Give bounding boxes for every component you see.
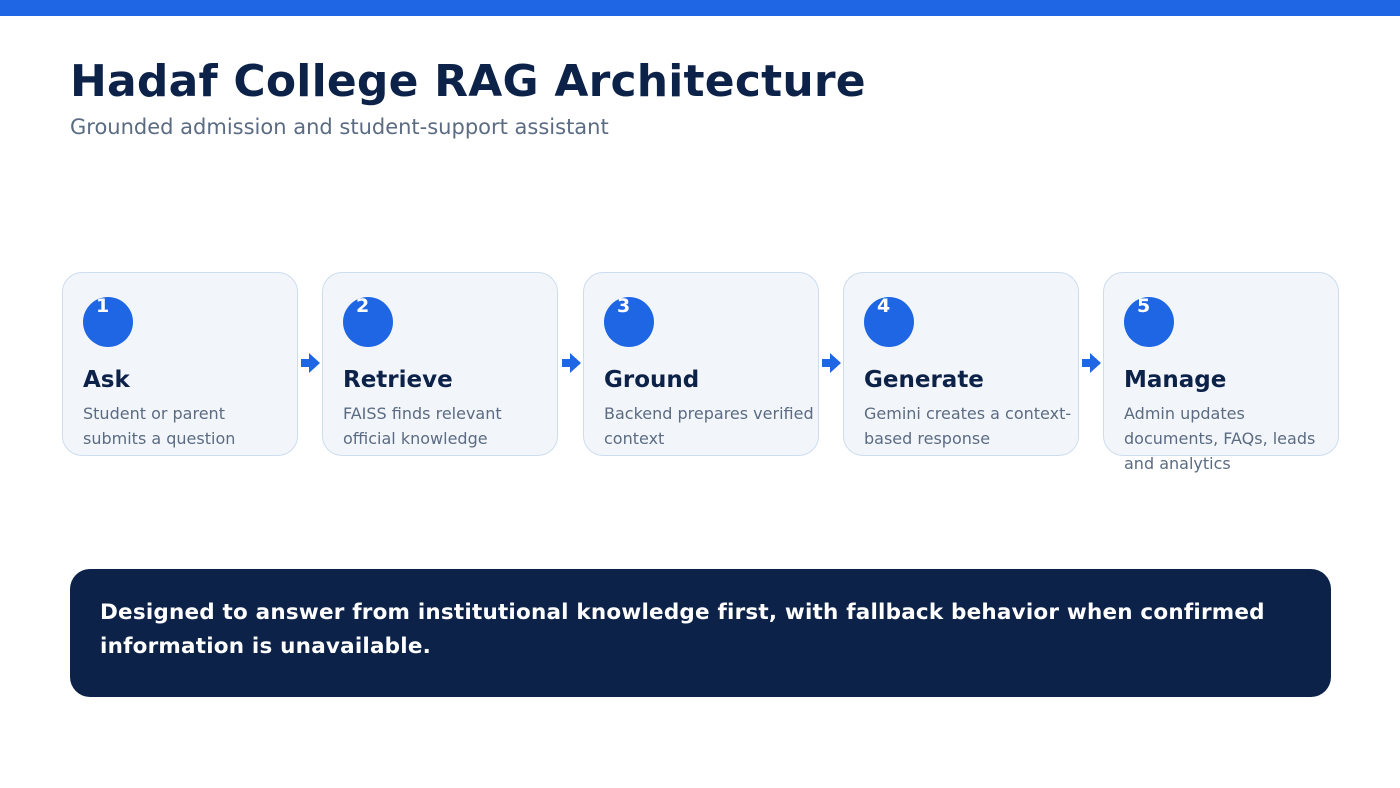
step-number-badge: 3 bbox=[604, 295, 654, 347]
page-title: Hadaf College RAG Architecture bbox=[70, 56, 866, 107]
step-card-generate: 4 Generate Gemini creates a context-base… bbox=[843, 272, 1079, 456]
step-title: Generate bbox=[864, 367, 984, 393]
step-title: Ground bbox=[604, 367, 700, 393]
summary-banner-text: Designed to answer from institutional kn… bbox=[100, 600, 1265, 659]
step-description: Gemini creates a context-based response bbox=[864, 404, 1072, 448]
page-subtitle: Grounded admission and student-support a… bbox=[70, 115, 609, 139]
step-card-manage: 5 Manage Admin updates documents, FAQs, … bbox=[1103, 272, 1339, 473]
step-card-ask: 1 Ask Student or parent submits a questi… bbox=[62, 272, 298, 456]
step-number-badge: 4 bbox=[864, 295, 914, 347]
top-accent-bar bbox=[0, 0, 1400, 16]
step-description: Backend prepares verified context bbox=[604, 404, 814, 448]
arrow-right-icon bbox=[301, 353, 320, 373]
step-title: Ask bbox=[83, 367, 130, 393]
summary-banner: Designed to answer from institutional kn… bbox=[70, 569, 1331, 697]
step-description: FAISS finds relevant official knowledge bbox=[343, 404, 502, 448]
step-number: 4 bbox=[877, 295, 891, 317]
step-number: 2 bbox=[356, 295, 370, 317]
arrow-right-icon bbox=[822, 353, 841, 373]
step-description: Student or parent submits a question bbox=[83, 404, 236, 448]
arrow-right-icon bbox=[1082, 353, 1101, 373]
step-card-ground: 3 Ground Backend prepares verified conte… bbox=[583, 272, 819, 456]
step-number-badge: 5 bbox=[1124, 295, 1174, 347]
step-number: 5 bbox=[1137, 295, 1151, 317]
step-number: 3 bbox=[617, 295, 631, 317]
step-title: Retrieve bbox=[343, 367, 453, 393]
step-number: 1 bbox=[96, 295, 110, 317]
arrow-right-icon bbox=[562, 353, 581, 373]
step-title: Manage bbox=[1124, 367, 1227, 393]
step-number-badge: 1 bbox=[83, 295, 133, 347]
step-description: Admin updates documents, FAQs, leads and… bbox=[1124, 404, 1316, 473]
step-number-badge: 2 bbox=[343, 295, 393, 347]
step-card-retrieve: 2 Retrieve FAISS finds relevant official… bbox=[322, 272, 558, 456]
